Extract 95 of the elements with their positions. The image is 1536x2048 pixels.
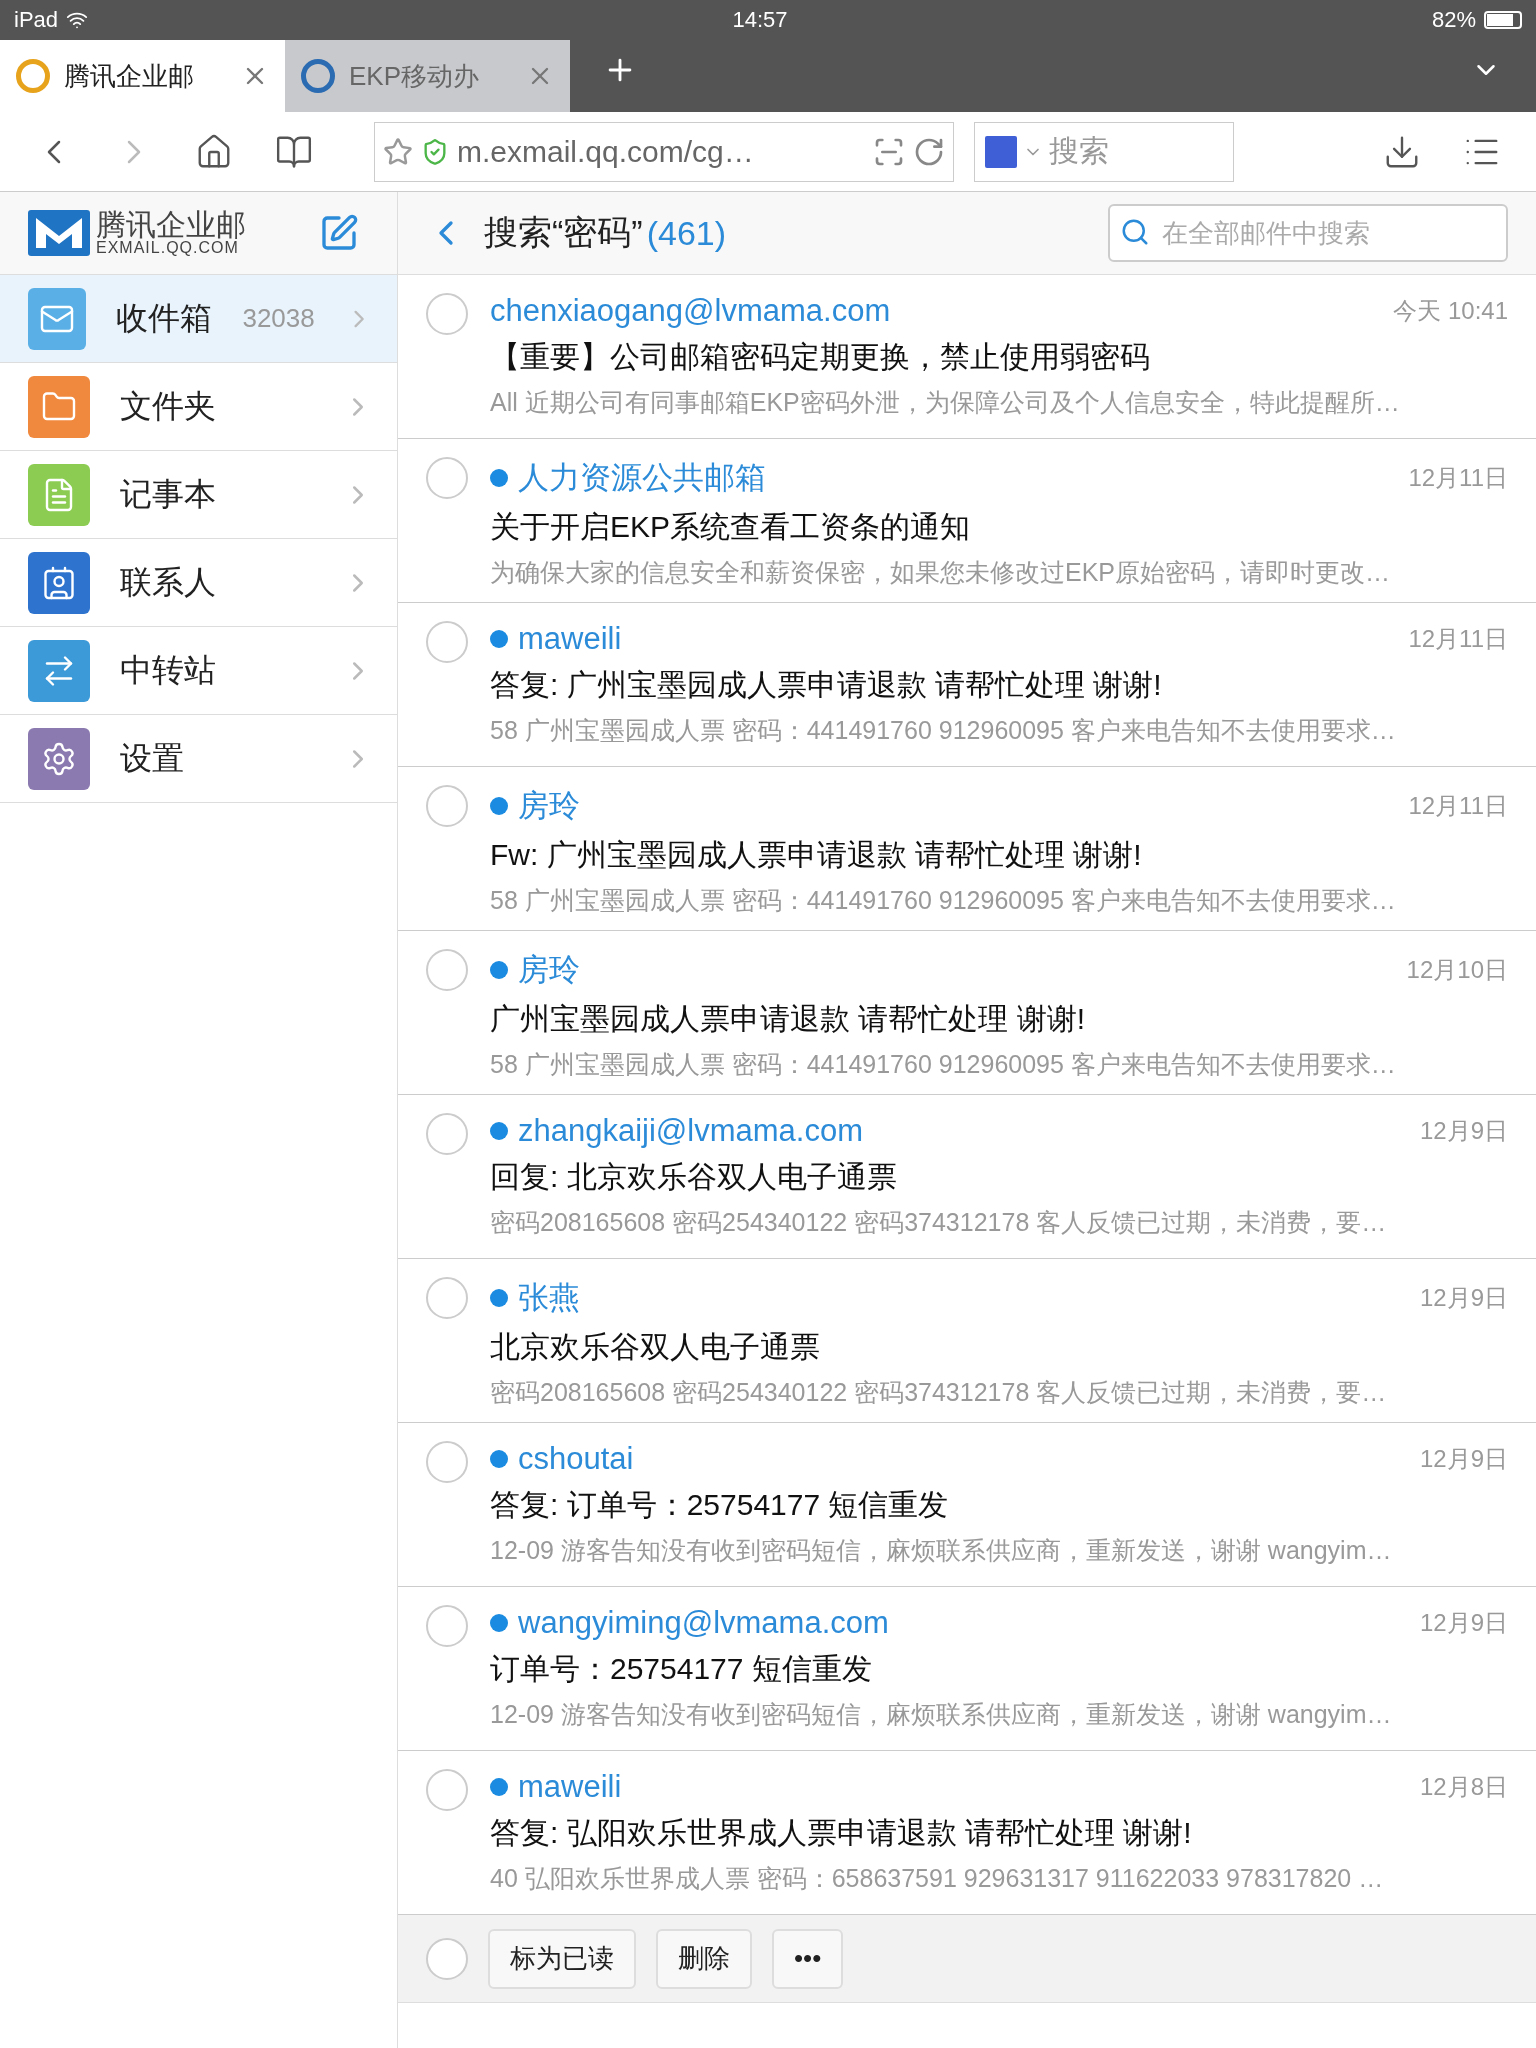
select-checkbox[interactable]: [426, 457, 468, 499]
message-date: 今天 10:41: [1393, 296, 1508, 326]
sender-name: wangyiming@lvmama.com: [518, 1605, 890, 1641]
select-checkbox[interactable]: [426, 1441, 468, 1483]
message-subject: 订单号：25754177 短信重发: [490, 1651, 873, 1687]
message-preview: 12-09 游客告知没有收到密码短信，麻烦联系供应商，重新发送，谢谢 wangyim…: [490, 1699, 1393, 1730]
message-preview: 58 广州宝墨园成人票 密码：441491760 912960095 客户来电告知不去使用要求…: [490, 885, 1397, 916]
select-checkbox[interactable]: [426, 785, 468, 827]
message-subject: 答复: 订单号：25754177 短信重发: [490, 1487, 950, 1523]
action-button[interactable]: 标为已读: [488, 1928, 636, 1989]
star-icon[interactable]: [383, 136, 413, 167]
sender-name: maweili: [518, 621, 623, 657]
message-preview: 58 广州宝墨园成人票 密码：441491760 912960095 客户来电告知不去使用要求…: [490, 1049, 1397, 1080]
clock: 14:57: [731, 7, 789, 33]
sender-name: 张燕: [518, 1279, 581, 1317]
sidebar-item[interactable]: 收件箱 32038: [0, 275, 397, 363]
select-checkbox[interactable]: [426, 293, 468, 335]
select-checkbox[interactable]: [426, 1605, 468, 1647]
contact-card-icon: [28, 551, 90, 614]
favicon-icon: [16, 59, 50, 93]
item-count: 32038: [242, 303, 315, 334]
result-count: (461): [646, 213, 728, 253]
message-preview: All 近期公司有同事邮箱EKP密码外泄，为保障公司及个人信息安全，特此提醒所…: [490, 387, 1401, 418]
message-preview: 为确保大家的信息安全和薪资保密，如果您未修改过EKP原始密码，请即时更改…: [490, 557, 1392, 588]
sidebar-label: 联系人: [120, 562, 217, 602]
message-subject: 关于开启EKP系统查看工资条的通知: [490, 509, 972, 545]
message-date: 12月11日: [1408, 624, 1508, 654]
browser-tab[interactable]: 腾讯企业邮: [0, 40, 285, 112]
select-checkbox[interactable]: [426, 1113, 468, 1155]
settings-icon: [28, 727, 90, 790]
select-checkbox[interactable]: [426, 949, 468, 991]
message-subject: 北京欢乐谷双人电子通票: [490, 1329, 821, 1365]
message-row[interactable]: 房玲 12月11日 Fw: 广州宝墨园成人票申请退款 请帮忙处理 谢谢! 58 广州宝墨园成人票 密码：441491760 912960095 客户来电告知不去使用要求…: [398, 767, 1536, 931]
search-title: 搜索“密码”: [484, 212, 643, 253]
message-subject: 答复: 广州宝墨园成人票申请退款 请帮忙处理 谢谢!: [490, 667, 1163, 703]
message-row[interactable]: maweili 12月11日 答复: 广州宝墨园成人票申请退款 请帮忙处理 谢谢! 58 广州宝墨园成人票 密码：441491760 912960095 客户来电告知不去使用要求…: [398, 603, 1536, 767]
sender-name: 人力资源公共邮箱: [518, 459, 767, 497]
message-date: 12月9日: [1419, 1283, 1508, 1313]
mail-search-field[interactable]: 在全部邮件中搜索: [1108, 204, 1508, 262]
message-date: 12月9日: [1419, 1116, 1508, 1146]
message-subject: 【重要】公司邮箱密码定期更换，禁止使用弱密码: [490, 339, 1151, 375]
sender-name: 房玲: [518, 951, 581, 989]
message-date: 12月9日: [1419, 1608, 1508, 1638]
battery-percent: 82%: [1431, 7, 1476, 33]
url-text: m.exmail.qq.com/cg…: [457, 134, 755, 169]
message-preview: 密码208165608 密码254340122 密码374312178 客人反馈已过期，未消费，要…: [490, 1377, 1388, 1408]
sender-name: chenxiaogang@lvmama.com: [490, 293, 892, 329]
message-subject: 广州宝墨园成人票申请退款 请帮忙处理 谢谢!: [490, 1001, 1086, 1037]
message-preview: 12-09 游客告知没有收到密码短信，麻烦联系供应商，重新发送，谢谢 wangyim…: [490, 1535, 1393, 1566]
message-row[interactable]: wangyiming@lvmama.com 12月9日 订单号：25754177 短信重发 12-09 游客告知没有收到密码短信，麻烦联系供应商，重新发送，谢谢 wangyim…: [398, 1587, 1536, 1751]
message-date: 12月11日: [1408, 791, 1508, 821]
logo-subtitle: EXMAIL.QQ.COM: [96, 240, 240, 256]
message-preview: 58 广州宝墨园成人票 密码：441491760 912960095 客户来电告知不去使用要求…: [490, 715, 1397, 746]
address-bar[interactable]: m.exmail.qq.com/cg…: [374, 121, 954, 182]
message-date: 12月11日: [1408, 463, 1508, 493]
select-checkbox[interactable]: [426, 1277, 468, 1319]
compose-icon: [319, 213, 359, 253]
battery-icon: [1484, 11, 1522, 29]
mail-icon: [28, 287, 87, 350]
note-icon: [28, 463, 90, 526]
sender-name: maweili: [518, 1769, 623, 1805]
message-preview: 密码208165608 密码254340122 密码374312178 客人反馈已过期，未消费，要…: [490, 1207, 1388, 1238]
search-icon: [1120, 217, 1150, 247]
sender-name: zhangkaiji@lvmama.com: [518, 1113, 865, 1149]
message-subject: 答复: 弘阳欢乐世界成人票申请退款 请帮忙处理 谢谢!: [490, 1815, 1193, 1851]
sidebar-label: 记事本: [120, 474, 217, 514]
logo-title: 腾讯企业邮: [96, 210, 246, 240]
favicon-icon: [301, 59, 335, 93]
message-row[interactable]: cshoutai 12月9日 答复: 订单号：25754177 短信重发 12-09 游客告知没有收到密码短信，麻烦联系供应商，重新发送，谢谢 wangyim…: [398, 1423, 1536, 1587]
message-preview: 40 弘阳欢乐世界成人票 密码：658637591 929631317 911622033 978317820 …: [490, 1863, 1385, 1894]
message-subject: 回复: 北京欢乐谷双人电子通票: [490, 1159, 898, 1195]
sender-name: 房玲: [518, 787, 581, 825]
select-all-checkbox[interactable]: [426, 1937, 468, 1980]
sidebar-label: 文件夹: [120, 386, 217, 426]
message-row[interactable]: 人力资源公共邮箱 12月11日 关于开启EKP系统查看工资条的通知 为确保大家的信息安全和薪资保密，如果您未修改过EKP原始密码，请即时更改…: [398, 439, 1536, 603]
device-name: iPad: [14, 7, 59, 33]
select-checkbox[interactable]: [426, 1769, 468, 1811]
sender-name: cshoutai: [518, 1441, 635, 1477]
message-date: 12月8日: [1419, 1772, 1508, 1802]
folder-icon: [28, 375, 90, 438]
message-date: 12月10日: [1406, 955, 1508, 985]
action-button[interactable]: •••: [772, 1928, 844, 1989]
select-checkbox[interactable]: [426, 621, 468, 663]
sidebar-label: 收件箱: [116, 298, 213, 338]
logo-icon: [28, 210, 90, 256]
transfer-icon: [28, 639, 90, 702]
message-row[interactable]: 张燕 12月9日 北京欢乐谷双人电子通票 密码208165608 密码254340122 密码374312178 客人反馈已过期，未消费，要…: [398, 1259, 1536, 1423]
message-row[interactable]: 房玲 12月10日 广州宝墨园成人票申请退款 请帮忙处理 谢谢! 58 广州宝墨园成人票 密码：441491760 912960095 客户来电告知不去使用要求…: [398, 931, 1536, 1095]
message-date: 12月9日: [1419, 1444, 1508, 1474]
message-row[interactable]: zhangkaiji@lvmama.com 12月9日 回复: 北京欢乐谷双人电子通票 密码208165608 密码254340122 密码374312178 客人反馈已过期，未消费，要…: [398, 1095, 1536, 1259]
message-subject: Fw: 广州宝墨园成人票申请退款 请帮忙处理 谢谢!: [490, 837, 1143, 873]
sidebar-label: 中转站: [120, 650, 217, 690]
message-row[interactable]: chenxiaogang@lvmama.com 今天 10:41 【重要】公司邮箱密码定期更换，禁止使用弱密码 All 近期公司有同事邮箱EKP密码外泄，为保障公司及个人信息安全，特此提醒所…: [398, 275, 1536, 439]
sidebar-label: 设置: [120, 738, 185, 778]
action-button[interactable]: 删除: [656, 1928, 752, 1989]
